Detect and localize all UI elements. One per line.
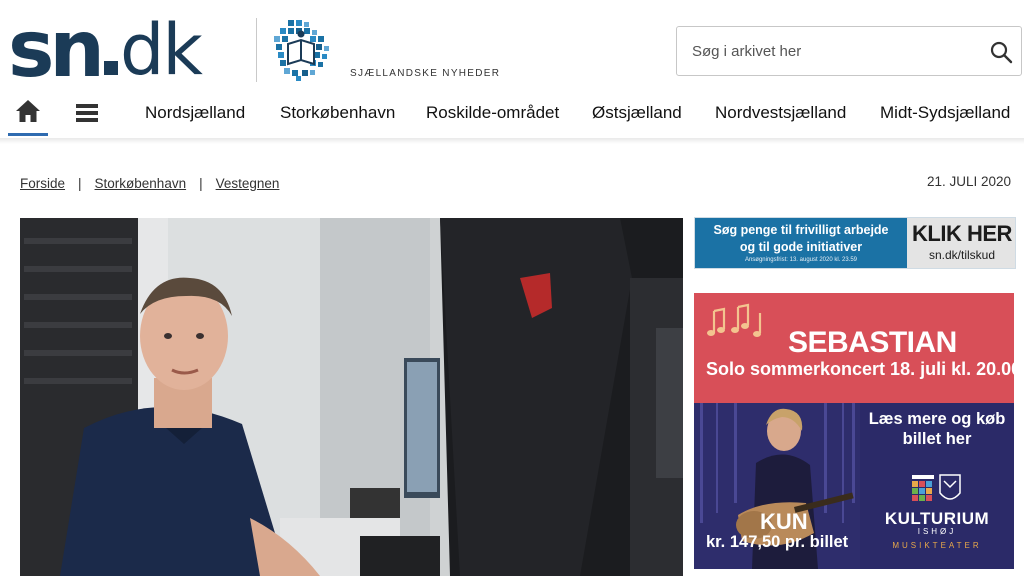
ad-concert-price: kr. 147,50 pr. billet [706, 533, 849, 551]
nav-item-nordvestsjaelland[interactable]: Nordvestsjælland [715, 103, 846, 123]
ad-readmore-line1: Læs mere og køb [868, 410, 1006, 428]
ad-readmore-line2: billet her [902, 430, 972, 448]
ad-concert-kun: KUN [760, 509, 808, 534]
logo-subtitle: SJÆLLANDSKE NYHEDER [350, 68, 501, 79]
kulturium-logo-icon [912, 474, 961, 501]
sjaellandske-emblem-icon [274, 20, 329, 81]
nav-item-nordsjaelland[interactable]: Nordsjælland [145, 103, 245, 123]
search-icon[interactable] [989, 40, 1013, 64]
ad-venue-city: ISHØJ [917, 527, 957, 536]
ad-tilskud-fineprint: Ansøgningsfrist: 13. august 2020 kl. 23.… [744, 257, 858, 263]
nav-item-midt-sydsjaelland[interactable]: Midt-Sydsjælland [880, 103, 1010, 123]
ad-tilskud-cta: KLIK HER [912, 221, 1012, 246]
search-input[interactable] [690, 41, 974, 61]
article-hero-image [20, 218, 683, 576]
ad-venue-sub: MUSIKTEATER [892, 541, 982, 550]
ad-venue-name: KULTURIUM [884, 509, 990, 528]
nav-item-roskilde-omraadet[interactable]: Roskilde-området [426, 103, 559, 123]
nav-shadow [0, 138, 1024, 144]
hamburger-menu-icon[interactable] [74, 100, 100, 126]
breadcrumb-vestegnen[interactable]: Vestegnen [216, 176, 280, 191]
breadcrumb-separator: | [199, 176, 203, 191]
ad-tilskud-line2: og til gode initiativer [739, 240, 863, 254]
ad-concert-readmore[interactable]: Læs mere og køb billet her [860, 409, 1014, 449]
home-icon [16, 100, 40, 122]
ad-tilskud-banner[interactable]: Søg penge til frivilligt arbejde og til … [694, 217, 1016, 269]
archive-search[interactable] [676, 26, 1022, 76]
nav-item-ostsjaelland[interactable]: Østsjælland [592, 103, 682, 123]
breadcrumb-separator: | [78, 176, 82, 191]
sn-dk-logo[interactable]: sn dk [8, 5, 203, 95]
logo-divider [256, 18, 257, 82]
ad-concert-info-panel: Læs mere og køb billet her KULTURIUM ISH… [860, 403, 1014, 569]
site-header: sn dk SJÆLLANDSKE NYHEDER [0, 0, 1024, 94]
logo-dk-text: dk [119, 9, 203, 91]
breadcrumb-forside[interactable]: Forside [20, 176, 65, 191]
breadcrumb-storkobenhavn[interactable]: Storkøbenhavn [95, 176, 187, 191]
logo-sn-text: sn [8, 5, 105, 95]
breadcrumb: Forside | Storkøbenhavn | Vestegnen [20, 176, 279, 191]
ad-sebastian-concert[interactable]: SEBASTIAN Solo sommerkoncert 18. juli kl… [694, 293, 1014, 569]
ad-concert-title: SEBASTIAN [788, 326, 957, 359]
ad-tilskud-cta-panel[interactable]: KLIK HER sn.dk/tilskud [907, 218, 1015, 268]
article-date: 21. JULI 2020 [926, 174, 1011, 189]
ad-tilskud-url: sn.dk/tilskud [928, 248, 996, 262]
nav-home[interactable] [8, 94, 48, 136]
ad-concert-subtitle: Solo sommerkoncert 18. juli kl. 20.00 [706, 359, 1014, 379]
hero-photo [20, 218, 683, 576]
main-navigation: Nordsjælland Storkøbenhavn Roskilde-områ… [0, 94, 1024, 138]
nav-item-storkobenhavn[interactable]: Storkøbenhavn [280, 103, 395, 123]
logo-dot [103, 61, 118, 75]
music-notes-icon [707, 303, 762, 337]
ad-tilskud-line1: Søg penge til frivilligt arbejde [713, 223, 889, 237]
